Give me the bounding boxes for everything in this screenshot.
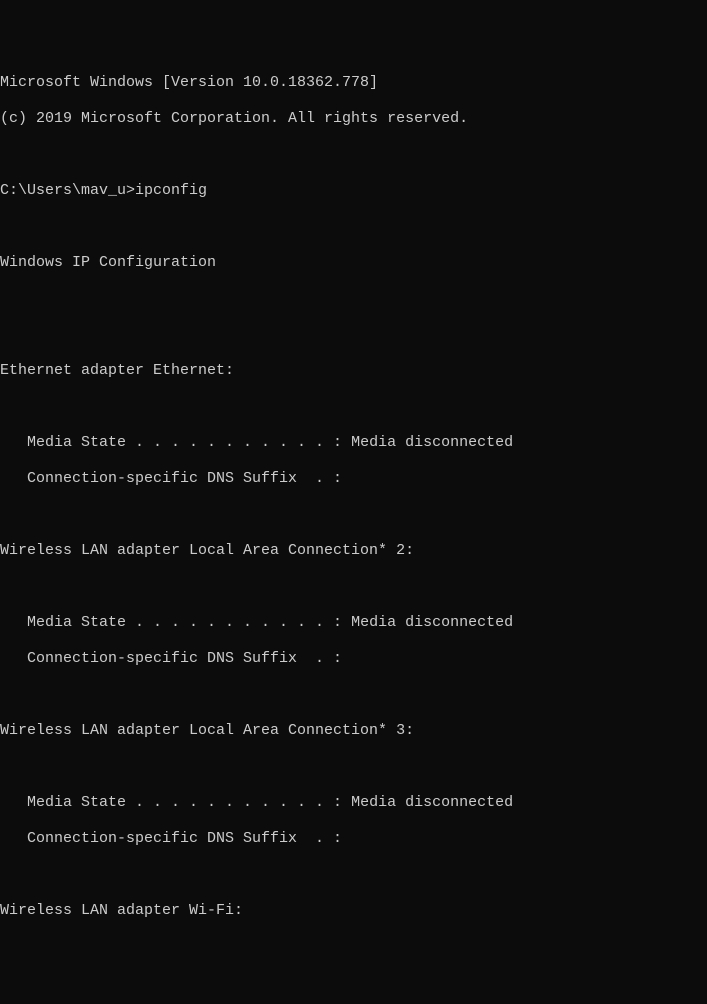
- dns-suffix-label: Connection-specific DNS Suffix . :: [0, 830, 342, 847]
- dns-suffix-row: Connection-specific DNS Suffix . :: [0, 830, 707, 848]
- adapter-name: Ethernet adapter Ethernet:: [0, 362, 707, 380]
- blank-line: [0, 398, 707, 416]
- version-line: Microsoft Windows [Version 10.0.18362.77…: [0, 74, 707, 92]
- copyright-line: (c) 2019 Microsoft Corporation. All righ…: [0, 110, 707, 128]
- media-state-row: Media State . . . . . . . . . . . : Medi…: [0, 794, 707, 812]
- media-state-label: Media State . . . . . . . . . . . :: [0, 794, 351, 811]
- prompt-line[interactable]: C:\Users\mav_u>ipconfig: [0, 182, 707, 200]
- adapter-name: Wireless LAN adapter Local Area Connecti…: [0, 542, 707, 560]
- dns-suffix-row: Connection-specific DNS Suffix . :: [0, 650, 707, 668]
- media-state-row: Media State . . . . . . . . . . . : Medi…: [0, 614, 707, 632]
- blank-line: [0, 866, 707, 884]
- media-state-value: Media disconnected: [351, 614, 513, 631]
- media-state-value: Media disconnected: [351, 794, 513, 811]
- blank-line: [0, 290, 707, 308]
- media-state-value: Media disconnected: [351, 434, 513, 451]
- media-state-label: Media State . . . . . . . . . . . :: [0, 614, 351, 631]
- media-state-label: Media State . . . . . . . . . . . :: [0, 434, 351, 451]
- adapter-name: Wireless LAN adapter Local Area Connecti…: [0, 722, 707, 740]
- blank-line: [0, 578, 707, 596]
- config-title: Windows IP Configuration: [0, 254, 707, 272]
- blank-line: [0, 326, 707, 344]
- blank-line: [0, 758, 707, 776]
- dns-suffix-label: Connection-specific DNS Suffix . :: [0, 470, 342, 487]
- media-state-row: Media State . . . . . . . . . . . : Medi…: [0, 434, 707, 452]
- prompt-command: ipconfig: [135, 182, 207, 199]
- dns-suffix-label: Connection-specific DNS Suffix . :: [0, 650, 342, 667]
- prompt-path: C:\Users\mav_u>: [0, 182, 135, 199]
- blank-line: [0, 146, 707, 164]
- blank-line: [0, 218, 707, 236]
- blank-line: [0, 506, 707, 524]
- adapter-name: Wireless LAN adapter Wi-Fi:: [0, 902, 707, 920]
- dns-suffix-row: Connection-specific DNS Suffix . :: [0, 470, 707, 488]
- blank-line: [0, 686, 707, 704]
